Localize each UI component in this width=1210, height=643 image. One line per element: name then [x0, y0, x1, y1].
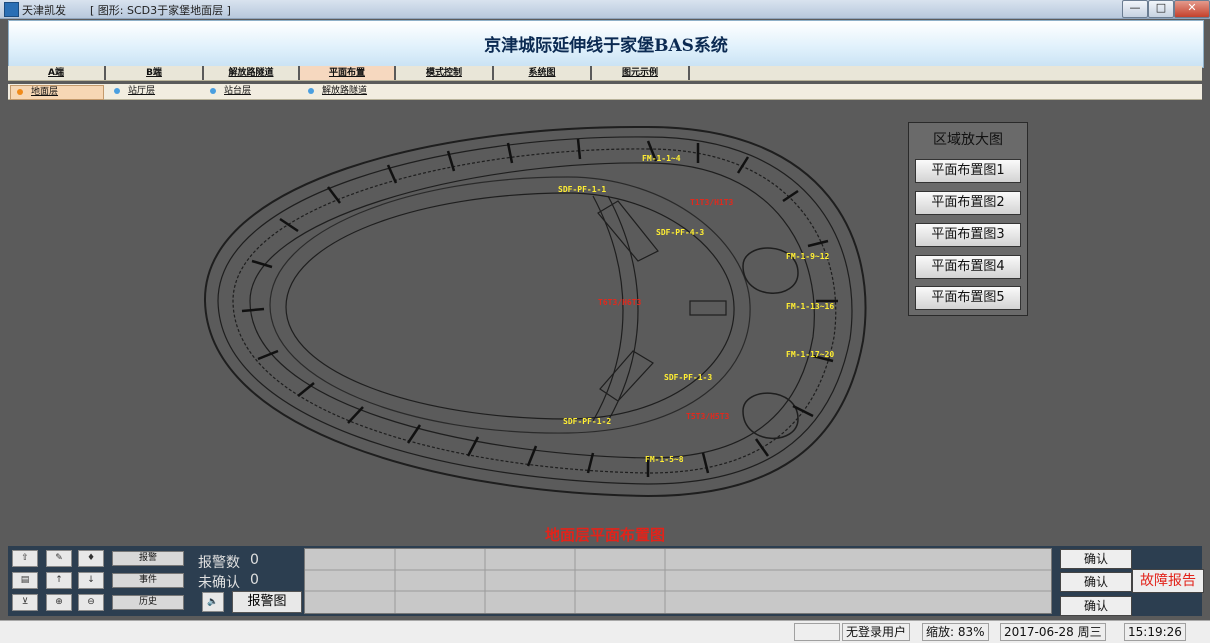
map-label-sdf-pf-1-1: SDF-PF-1-1	[558, 185, 606, 194]
zoom-plan-5-button[interactable]: 平面布置图5	[915, 286, 1021, 310]
filter-icon[interactable]: ⊻	[12, 594, 38, 611]
minimize-button[interactable]: —	[1122, 0, 1148, 18]
station-outline	[203, 125, 867, 498]
up-arrow-icon[interactable]: ⇧	[12, 550, 38, 567]
subtab-label: 地面层	[31, 87, 59, 97]
unconfirmed-label: 未确认	[198, 575, 240, 591]
subtab-ground-floor[interactable]: 地面层	[10, 85, 104, 100]
status-time: 15:19:26	[1124, 623, 1186, 641]
tag-icon[interactable]: ♦	[78, 550, 104, 567]
zoom-panel: 区域放大图 平面布置图1 平面布置图2 平面布置图3 平面布置图4 平面布置图5	[908, 122, 1028, 316]
status-date: 2017-06-28 周三	[1000, 623, 1106, 641]
map-label-fm-1-9-12: FM-1-9~12	[786, 252, 830, 261]
unconfirmed-value: 0	[250, 572, 259, 588]
alarm-count-value: 0	[250, 552, 259, 568]
app-icon	[4, 2, 19, 17]
subtab-platform[interactable]: 站台层	[204, 85, 296, 98]
zoom-panel-title: 区域放大图	[933, 132, 1003, 148]
window-title-bar: 天津凯发 [ 图形: SCD3于家堡地面层 ] — □ ✕	[0, 0, 1210, 19]
confirm-button-1[interactable]: 确认	[1060, 549, 1132, 569]
plus-icon[interactable]: ⊕	[46, 594, 72, 611]
subtab-label: 站厅层	[128, 86, 156, 96]
app-title: 天津凯发	[22, 4, 66, 17]
status-zoom-value: 83%	[957, 625, 985, 639]
tab-floor-plan[interactable]: 平面布置	[300, 66, 396, 80]
confirm-button-2[interactable]: 确认	[1060, 572, 1132, 592]
map-label-sdf-pf-1-3: SDF-PF-1-3	[664, 373, 712, 382]
arrow-down-icon[interactable]: ↓	[78, 572, 104, 589]
fault-report-button[interactable]: 故障报告	[1132, 569, 1204, 593]
alarm-list-table[interactable]	[304, 548, 1052, 614]
map-label-sdf-pf-4-3: SDF-PF-4-3	[656, 228, 704, 237]
arrow-up-icon[interactable]: ↑	[46, 572, 72, 589]
subtab-concourse[interactable]: 站厅层	[108, 85, 200, 98]
map-label-fm-1-5-8: FM-1-5~8	[645, 455, 684, 464]
zoom-plan-4-button[interactable]: 平面布置图4	[915, 255, 1021, 279]
alarm-count-label: 报警数	[198, 555, 240, 571]
alarm-table-grid	[305, 549, 1051, 613]
subtab-label: 站台层	[224, 86, 252, 96]
radio-dot-icon	[308, 87, 314, 94]
alarm-map-button[interactable]: 报警图	[232, 591, 302, 613]
subtab-jiefang-tunnel[interactable]: 解放路隧道	[302, 85, 412, 98]
status-zoom: 缩放: 83%	[922, 623, 989, 641]
map-label-fm-1-1-4: FM-1-1~4	[642, 154, 681, 163]
main-nav: A端 B端 解放路隧道 平面布置 模式控制 系统图 图元示例	[8, 66, 1202, 81]
map-label-t1t3: T1T3/H1T3	[690, 198, 734, 207]
zoom-plan-3-button[interactable]: 平面布置图3	[915, 223, 1021, 247]
tab-mode-control[interactable]: 模式控制	[396, 66, 494, 80]
minus-icon[interactable]: ⊖	[78, 594, 104, 611]
tab-element-samples[interactable]: 图元示例	[592, 66, 690, 80]
tab-a-end[interactable]: A端	[8, 66, 106, 80]
status-weekday: 周三	[1077, 625, 1102, 639]
status-user: 无登录用户	[842, 623, 911, 641]
confirm-button-3[interactable]: 确认	[1060, 596, 1132, 616]
map-label-t6t3: T6T3/H6T3	[598, 298, 642, 307]
mute-icon[interactable]: 🔈	[202, 592, 224, 612]
tab-jiefang-tunnel[interactable]: 解放路隧道	[204, 66, 300, 80]
zoom-plan-1-button[interactable]: 平面布置图1	[915, 159, 1021, 183]
maximize-button[interactable]: □	[1148, 0, 1174, 18]
document-title: [ 图形: SCD3于家堡地面层 ]	[90, 4, 231, 17]
floor-plan-title: 地面层平面布置图	[544, 526, 665, 544]
map-label-fm-1-13-16: FM-1-13~16	[786, 302, 834, 311]
status-zoom-label: 缩放:	[926, 625, 955, 639]
pin-icon[interactable]: ✎	[46, 550, 72, 567]
sub-nav: 地面层 站厅层 站台层 解放路隧道	[8, 84, 1202, 100]
tab-system-diagram[interactable]: 系统图	[494, 66, 592, 80]
radio-dot-icon	[17, 88, 23, 95]
status-bar: 无登录用户 缩放: 83% 2017-06-28 周三 15:19:26	[0, 620, 1210, 643]
radio-dot-icon	[210, 87, 216, 94]
system-title: 京津城际延伸线于家堡BAS系统	[484, 36, 728, 56]
subtab-label: 解放路隧道	[322, 86, 368, 96]
header-banner: 京津城际延伸线于家堡BAS系统	[8, 20, 1204, 68]
list-icon[interactable]: ▤	[12, 572, 38, 589]
alarm-button[interactable]: 报警	[112, 551, 184, 566]
map-label-t5t3: T5T3/H5T3	[686, 412, 730, 421]
map-label-fm-1-17-20: FM-1-17~20	[786, 350, 834, 359]
status-empty-cell	[794, 623, 840, 641]
tab-b-end[interactable]: B端	[106, 66, 204, 80]
radio-dot-icon	[114, 87, 120, 94]
history-button[interactable]: 历史	[112, 595, 184, 610]
status-date-value: 2017-06-28	[1004, 625, 1074, 639]
event-button[interactable]: 事件	[112, 573, 184, 588]
map-label-sdf-pf-1-2: SDF-PF-1-2	[563, 417, 611, 426]
zoom-plan-2-button[interactable]: 平面布置图2	[915, 191, 1021, 215]
close-button[interactable]: ✕	[1174, 0, 1210, 18]
